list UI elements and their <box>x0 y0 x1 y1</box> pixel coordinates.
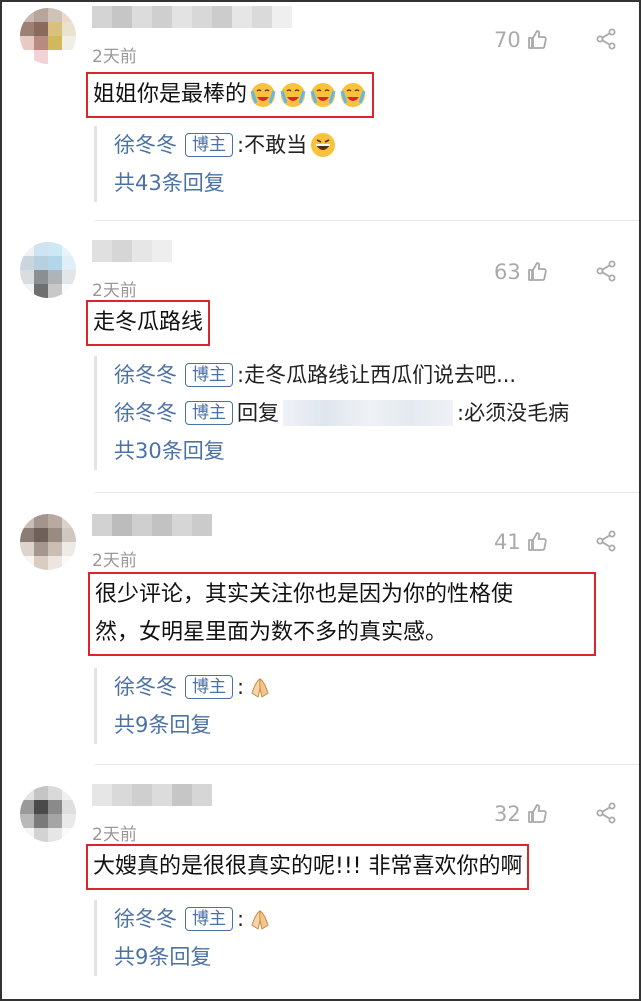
like-button[interactable]: 63 <box>494 260 549 284</box>
like-count: 32 <box>494 802 521 826</box>
comment-time: 2天前 <box>92 281 137 301</box>
divider <box>94 492 639 493</box>
avatar[interactable] <box>20 242 76 298</box>
username-blurred[interactable] <box>92 784 212 806</box>
avatar[interactable] <box>20 8 76 64</box>
reply-item[interactable]: 徐冬冬 博主 : <box>114 900 274 938</box>
reply-separator: : <box>237 907 245 931</box>
comment-text-highlighted: 很少评论，其实关注你也是因为你的性格使 然，女明星里面为数不多的真实感。 <box>88 572 596 656</box>
username-blurred[interactable] <box>92 6 292 28</box>
reply-text: :必须没毛病 <box>457 401 570 425</box>
thumbs-up-icon <box>527 532 547 551</box>
reply-text: 走冬瓜路线让西瓜们说去吧... <box>244 363 517 387</box>
thumbs-up-icon <box>527 30 547 49</box>
reply-author[interactable]: 徐冬冬 <box>114 668 177 706</box>
reply-author[interactable]: 徐冬冬 <box>114 356 177 394</box>
praying-hands-emoji-icon <box>251 910 269 930</box>
username-blurred[interactable] <box>92 514 212 536</box>
share-icon[interactable] <box>595 802 617 824</box>
reply-prefix: 回复 <box>237 401 279 425</box>
comment-time: 2天前 <box>92 47 137 67</box>
view-all-replies-link[interactable]: 共30条回复 <box>114 432 569 470</box>
comment-time: 2天前 <box>92 825 137 845</box>
like-button[interactable]: 70 <box>494 28 549 52</box>
reply-thread: 徐冬冬 博主 : 走冬瓜路线让西瓜们说去吧... 徐冬冬 博主 回复 :必须没毛… <box>94 356 569 470</box>
crying-laughing-emoji-icon <box>250 83 276 107</box>
crying-laughing-emoji-icon <box>280 83 306 107</box>
reply-separator: : <box>237 133 245 157</box>
reply-separator: : <box>237 675 245 699</box>
username-blurred[interactable] <box>283 400 453 426</box>
view-all-replies-link[interactable]: 共9条回复 <box>114 938 274 976</box>
blogger-badge: 博主 <box>185 401 233 425</box>
praying-hands-emoji-icon <box>251 678 269 698</box>
reply-separator: : <box>237 363 245 387</box>
view-all-replies-link[interactable]: 共9条回复 <box>114 706 274 744</box>
comment-text: 走冬瓜路线 <box>93 310 204 335</box>
reply-item[interactable]: 徐冬冬 博主 : <box>114 668 274 706</box>
username-blurred[interactable] <box>92 240 172 262</box>
share-icon[interactable] <box>595 530 617 552</box>
crying-laughing-emoji-icon <box>340 83 366 107</box>
share-icon[interactable] <box>595 28 617 50</box>
comment-text: 姐姐你是最棒的 <box>93 82 248 107</box>
comment-text: 很少评论，其实关注你也是因为你的性格使 <box>95 582 514 607</box>
reply-thread: 徐冬冬 博主 : 共9条回复 <box>94 900 274 976</box>
reply-author[interactable]: 徐冬冬 <box>114 394 177 432</box>
comment-time: 2天前 <box>92 551 137 571</box>
reply-item[interactable]: 徐冬冬 博主 回复 :必须没毛病 <box>114 394 569 432</box>
crying-laughing-emoji-icon <box>310 83 336 107</box>
comment-text-highlighted: 走冬瓜路线 <box>86 300 211 346</box>
like-button[interactable]: 41 <box>494 530 549 554</box>
view-all-replies-link[interactable]: 共43条回复 <box>114 164 337 202</box>
thumbs-up-icon <box>527 804 547 823</box>
avatar[interactable] <box>20 786 76 842</box>
like-button[interactable]: 32 <box>494 802 549 826</box>
blogger-badge: 博主 <box>185 363 233 387</box>
blogger-badge: 博主 <box>185 675 233 699</box>
grinning-sweat-emoji-icon <box>311 133 336 157</box>
comment-text-highlighted: 姐姐你是最棒的 <box>86 72 375 118</box>
blogger-badge: 博主 <box>185 133 233 157</box>
share-icon[interactable] <box>595 260 617 282</box>
reply-text: 不敢当 <box>244 133 308 157</box>
like-count: 41 <box>494 530 521 554</box>
divider <box>94 220 639 221</box>
reply-thread: 徐冬冬 博主 : 共9条回复 <box>94 668 274 744</box>
reply-item[interactable]: 徐冬冬 博主 : 走冬瓜路线让西瓜们说去吧... <box>114 356 569 394</box>
reply-author[interactable]: 徐冬冬 <box>114 126 177 164</box>
avatar[interactable] <box>20 514 76 570</box>
comment-list: 2天前 70 姐姐你是最棒的 徐冬冬 博主 : 不敢当 共43条回复 2天前 6… <box>0 0 641 1001</box>
comment-text: 大嫂真的是很很真实的呢!!! 非常喜欢你的啊 <box>93 854 523 879</box>
divider <box>94 764 639 765</box>
comment-text: 然，女明星里面为数不多的真实感。 <box>95 620 448 645</box>
reply-thread: 徐冬冬 博主 : 不敢当 共43条回复 <box>94 126 337 202</box>
like-count: 63 <box>494 260 521 284</box>
like-count: 70 <box>494 28 521 52</box>
thumbs-up-icon <box>527 262 547 281</box>
reply-author[interactable]: 徐冬冬 <box>114 900 177 938</box>
comment-text-highlighted: 大嫂真的是很很真实的呢!!! 非常喜欢你的啊 <box>86 844 530 890</box>
blogger-badge: 博主 <box>185 907 233 931</box>
reply-item[interactable]: 徐冬冬 博主 : 不敢当 <box>114 126 337 164</box>
